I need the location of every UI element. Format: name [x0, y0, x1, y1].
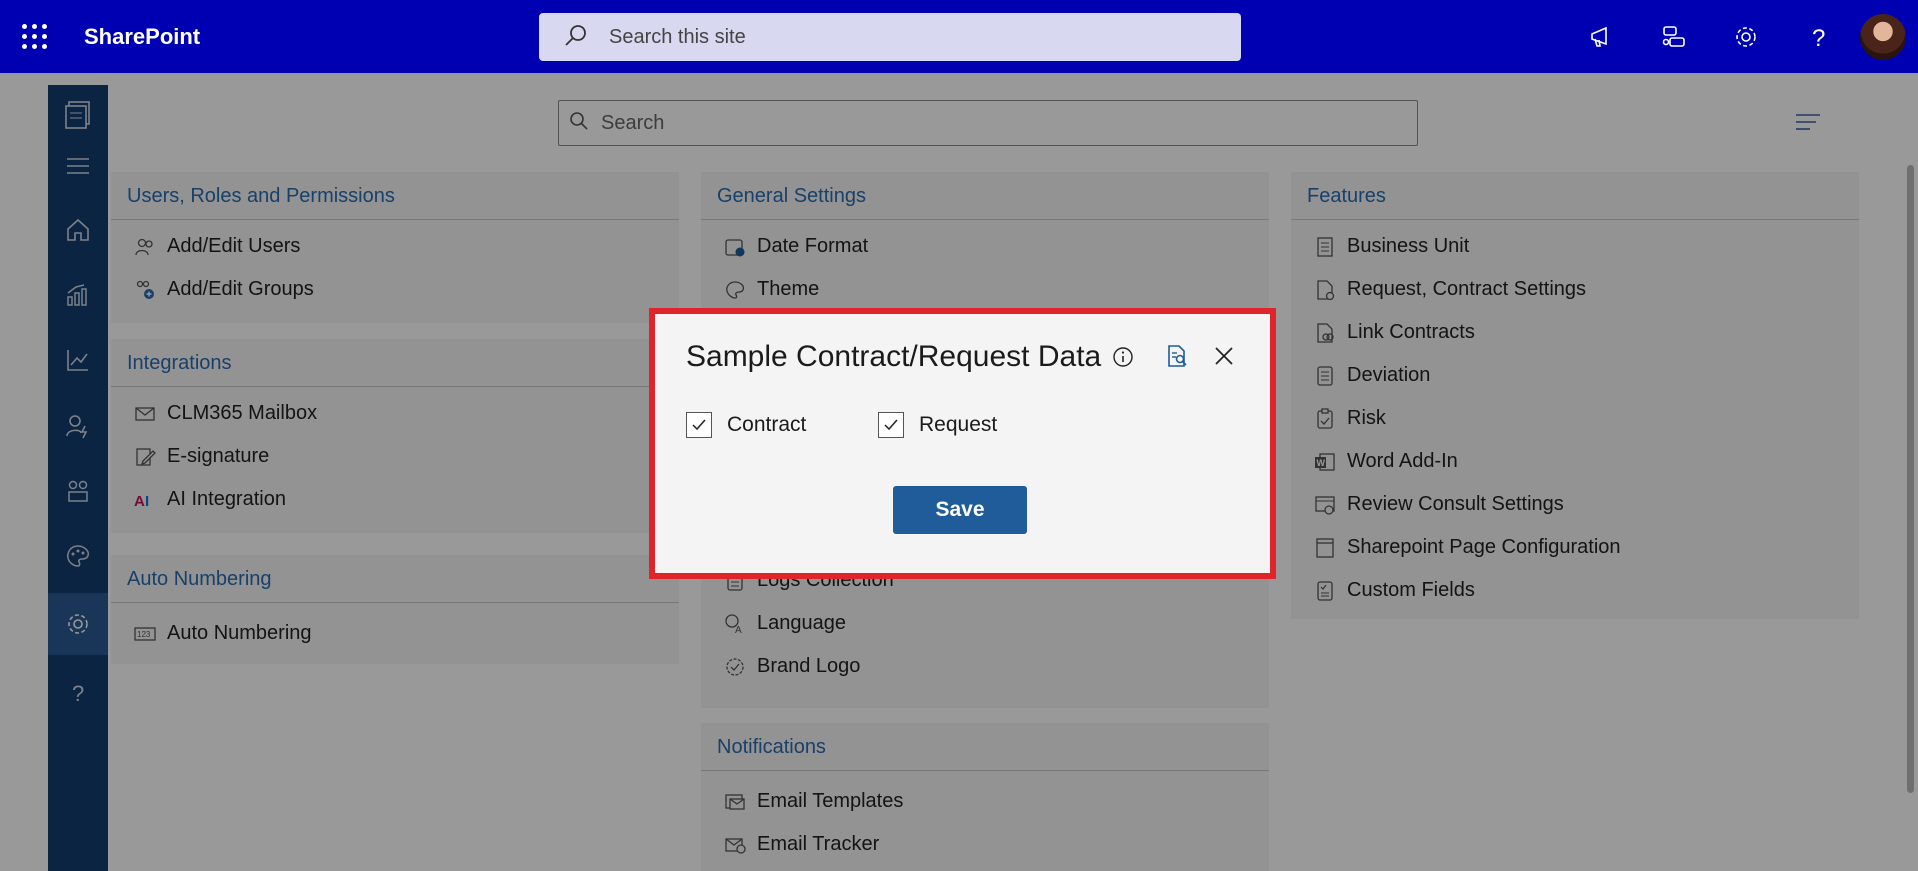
- site-search-input[interactable]: [607, 24, 1211, 50]
- megaphone-icon[interactable]: [1566, 0, 1638, 73]
- contract-checkbox[interactable]: [686, 412, 712, 438]
- avatar[interactable]: [1860, 13, 1906, 60]
- suite-bar: SharePoint ?: [0, 0, 1918, 73]
- request-label: Request: [919, 413, 998, 436]
- search-icon: [563, 22, 589, 53]
- sample-data-dialog: Sample Contract/Request Data Contract Re…: [649, 308, 1276, 579]
- svg-text:?: ?: [1812, 25, 1825, 51]
- chat-icon[interactable]: [1638, 0, 1710, 73]
- close-icon[interactable]: [1212, 344, 1236, 373]
- save-button[interactable]: Save: [893, 486, 1027, 534]
- dialog-title: Sample Contract/Request Data: [686, 340, 1102, 373]
- request-checkbox-row[interactable]: Request: [878, 412, 997, 438]
- scrollbar[interactable]: [1902, 73, 1918, 871]
- app-launcher-icon[interactable]: [22, 24, 48, 50]
- gear-icon[interactable]: [1710, 0, 1782, 73]
- app-name[interactable]: SharePoint: [84, 24, 200, 50]
- request-checkbox[interactable]: [878, 412, 904, 438]
- info-icon[interactable]: [1112, 346, 1134, 373]
- document-search-icon[interactable]: [1165, 344, 1189, 373]
- scrollbar-thumb[interactable]: [1907, 165, 1914, 793]
- site-search-box[interactable]: [539, 13, 1241, 61]
- help-icon[interactable]: ?: [1782, 0, 1854, 73]
- contract-label: Contract: [727, 413, 807, 436]
- contract-checkbox-row[interactable]: Contract: [686, 412, 806, 438]
